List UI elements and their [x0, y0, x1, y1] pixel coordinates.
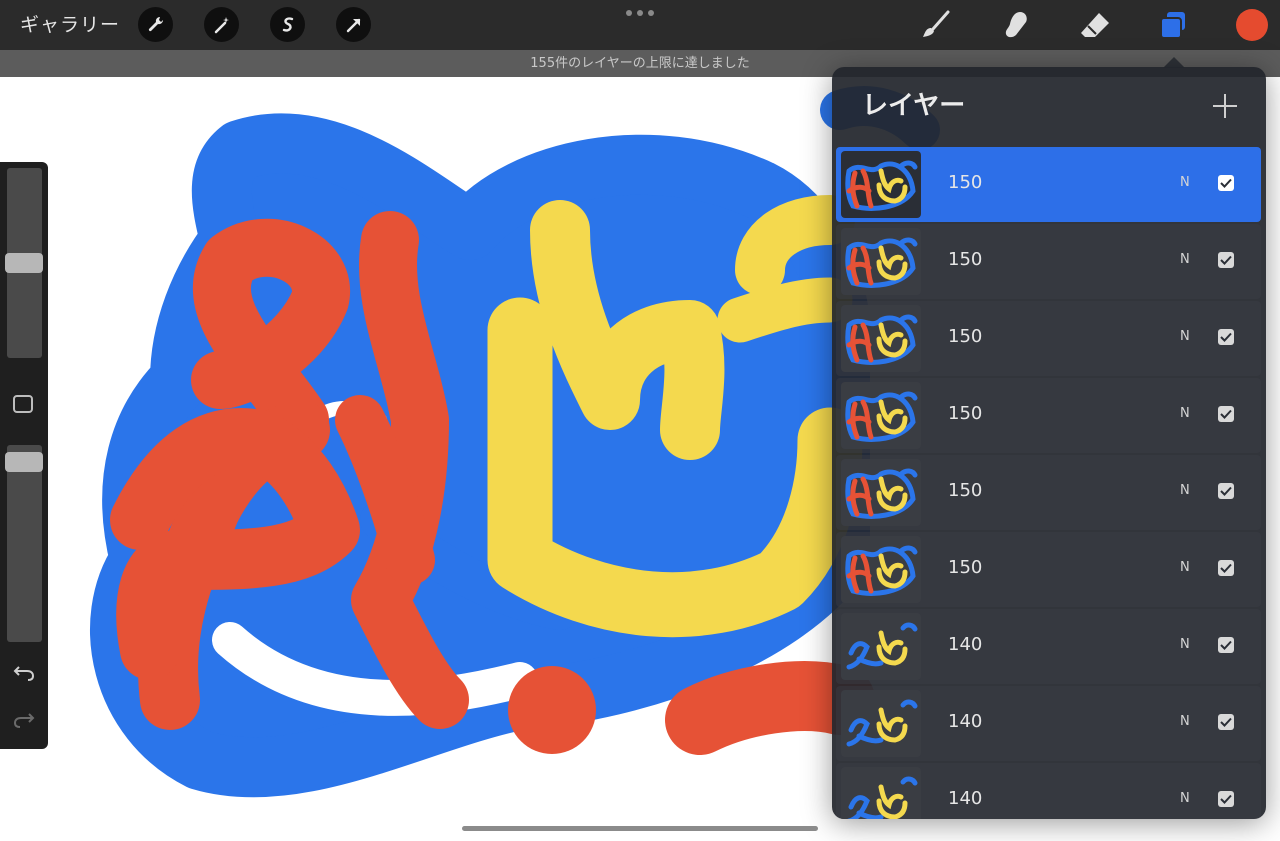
layer-name: 150	[948, 172, 983, 193]
red-stroke	[665, 661, 875, 755]
redo-icon[interactable]	[11, 709, 37, 731]
visibility-checkbox[interactable]	[1218, 637, 1234, 653]
layer-row[interactable]: 150 N	[836, 455, 1261, 530]
home-indicator[interactable]	[462, 826, 818, 831]
add-layer-button[interactable]	[1212, 93, 1238, 119]
layer-name: 140	[948, 788, 983, 809]
checkmark-icon	[1220, 409, 1232, 419]
checkmark-icon	[1220, 332, 1232, 342]
layer-name: 150	[948, 249, 983, 270]
layer-row[interactable]: 150 N	[836, 532, 1261, 607]
layer-name: 150	[948, 326, 983, 347]
layer-name: 150	[948, 480, 983, 501]
red-stroke	[191, 218, 350, 449]
smudge-icon[interactable]	[998, 7, 1034, 43]
wrench-icon[interactable]	[138, 7, 173, 42]
layer-thumbnail[interactable]	[841, 305, 921, 372]
selection-icon[interactable]	[270, 7, 305, 42]
layer-row[interactable]: 150 N	[836, 147, 1261, 222]
blend-mode-button[interactable]: N	[1180, 637, 1190, 653]
blend-mode-button[interactable]: N	[1180, 406, 1190, 422]
visibility-checkbox[interactable]	[1218, 175, 1234, 191]
blend-mode-button[interactable]: N	[1180, 175, 1190, 191]
modify-button[interactable]	[13, 395, 33, 413]
layer-row[interactable]: 150 N	[836, 378, 1261, 453]
blend-mode-button[interactable]: N	[1180, 252, 1190, 268]
transform-arrow-icon[interactable]	[336, 7, 371, 42]
visibility-checkbox[interactable]	[1218, 714, 1234, 730]
sidebar	[0, 162, 48, 749]
opacity-thumb[interactable]	[5, 452, 43, 472]
checkmark-icon	[1220, 486, 1232, 496]
layer-name: 140	[948, 711, 983, 732]
magic-wand-icon[interactable]	[204, 7, 239, 42]
checkmark-icon	[1220, 717, 1232, 727]
layer-thumbnail[interactable]	[841, 536, 921, 603]
panel-title: レイヤー	[862, 91, 966, 121]
checkmark-icon	[1220, 640, 1232, 650]
checkmark-icon	[1220, 178, 1232, 188]
brush-size-thumb[interactable]	[5, 253, 43, 273]
visibility-checkbox[interactable]	[1218, 252, 1234, 268]
layer-thumbnail[interactable]	[841, 151, 921, 218]
layer-name: 150	[948, 557, 983, 578]
visibility-checkbox[interactable]	[1218, 406, 1234, 422]
layers-icon[interactable]	[1155, 7, 1191, 43]
checkmark-icon	[1220, 255, 1232, 265]
layer-row[interactable]: 150 N	[836, 301, 1261, 376]
layer-thumbnail[interactable]	[841, 613, 921, 680]
layer-row[interactable]: 150 N	[836, 224, 1261, 299]
blend-mode-button[interactable]: N	[1180, 329, 1190, 345]
visibility-checkbox[interactable]	[1218, 791, 1234, 807]
layer-thumbnail[interactable]	[841, 382, 921, 449]
visibility-checkbox[interactable]	[1218, 560, 1234, 576]
eraser-icon[interactable]	[1077, 7, 1113, 43]
visibility-checkbox[interactable]	[1218, 483, 1234, 499]
undo-icon[interactable]	[11, 662, 37, 684]
layer-name: 150	[948, 403, 983, 424]
gallery-button[interactable]: ギャラリー	[20, 12, 120, 38]
yellow-stroke	[717, 277, 853, 343]
layer-row[interactable]: 140 N	[836, 609, 1261, 684]
opacity-slider[interactable]	[7, 445, 42, 642]
checkmark-icon	[1220, 563, 1232, 573]
layer-thumbnail[interactable]	[841, 459, 921, 526]
top-toolbar: ギャラリー	[0, 0, 1280, 50]
layer-thumbnail[interactable]	[841, 228, 921, 295]
layer-thumbnail[interactable]	[841, 690, 921, 757]
more-options-icon[interactable]	[626, 10, 654, 16]
color-picker-button[interactable]	[1236, 9, 1268, 41]
brush-icon[interactable]	[918, 7, 954, 43]
layer-row[interactable]: 140 N	[836, 686, 1261, 761]
layers-panel: レイヤー 150 N 150 N 150 N 150 N 150 N 150 N 140 N 140 N 140…	[832, 67, 1266, 819]
checkmark-icon	[1220, 794, 1232, 804]
blend-mode-button[interactable]: N	[1180, 483, 1190, 499]
red-dot	[508, 666, 596, 754]
visibility-checkbox[interactable]	[1218, 329, 1234, 345]
layer-row[interactable]: 140 N	[836, 763, 1261, 819]
layer-thumbnail[interactable]	[841, 767, 921, 819]
layer-name: 140	[948, 634, 983, 655]
blend-mode-button[interactable]: N	[1180, 560, 1190, 576]
blend-mode-button[interactable]: N	[1180, 791, 1190, 807]
blend-mode-button[interactable]: N	[1180, 714, 1190, 730]
